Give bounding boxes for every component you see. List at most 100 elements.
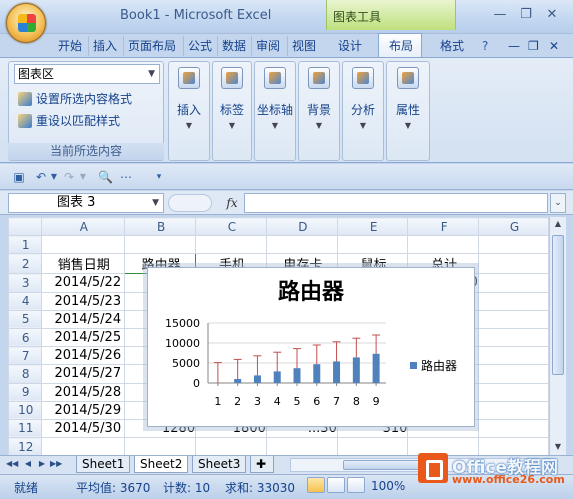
tab-format[interactable]: 格式 bbox=[438, 36, 466, 56]
column-header[interactable]: E bbox=[336, 217, 409, 237]
cell[interactable] bbox=[124, 235, 197, 255]
cell[interactable]: 2014/5/29 bbox=[40, 400, 126, 420]
cell[interactable] bbox=[477, 327, 549, 348]
cell[interactable]: 销售日期 bbox=[40, 253, 126, 275]
redo-dropdown-icon[interactable]: ▼ bbox=[76, 170, 90, 184]
minimize-button[interactable]: — bbox=[488, 6, 512, 24]
vertical-scrollbar[interactable]: ▲ ▼ bbox=[549, 217, 566, 455]
cell[interactable] bbox=[407, 235, 479, 255]
page-break-view-icon[interactable] bbox=[347, 477, 365, 493]
insert-button[interactable]: 插入 ▼ bbox=[169, 61, 209, 161]
format-selection-button[interactable]: 设置所选内容格式 bbox=[18, 90, 132, 108]
row-header[interactable]: 2 bbox=[8, 253, 42, 275]
tab-formulas[interactable]: 公式 bbox=[183, 36, 214, 56]
properties-button[interactable]: 属性 ▼ bbox=[388, 61, 428, 161]
customize-qat-icon[interactable]: ▾ bbox=[152, 170, 166, 184]
formula-input[interactable] bbox=[244, 193, 548, 213]
column-header[interactable]: B bbox=[124, 217, 197, 237]
cell[interactable] bbox=[124, 437, 197, 455]
close-button[interactable]: ✕ bbox=[540, 6, 564, 24]
sheet-tab-sheet1[interactable]: Sheet1 bbox=[76, 456, 131, 473]
undo-dropdown-icon[interactable]: ▼ bbox=[47, 170, 61, 184]
row-header[interactable]: 8 bbox=[8, 364, 42, 384]
row-header[interactable]: 12 bbox=[8, 437, 42, 455]
office-button[interactable] bbox=[6, 3, 46, 43]
column-header[interactable]: D bbox=[265, 217, 338, 237]
insert-function-button[interactable]: fx bbox=[222, 194, 242, 212]
save-icon[interactable]: ▣ bbox=[12, 170, 26, 184]
first-sheet-icon[interactable]: ◀◀ bbox=[6, 458, 18, 470]
cell[interactable] bbox=[336, 235, 409, 255]
tab-view[interactable]: 视图 bbox=[287, 36, 318, 56]
select-all-corner[interactable] bbox=[8, 217, 42, 237]
row-header[interactable]: 1 bbox=[8, 235, 42, 255]
column-header[interactable]: C bbox=[195, 217, 267, 237]
undo-icon[interactable]: ↶ bbox=[34, 170, 48, 184]
reset-style-button[interactable]: 重设以匹配样式 bbox=[18, 112, 120, 130]
ribbon-restore-icon[interactable]: ❐ bbox=[526, 36, 541, 56]
cell[interactable] bbox=[477, 400, 549, 420]
cell[interactable] bbox=[477, 418, 549, 439]
tab-insert[interactable]: 插入 bbox=[88, 36, 119, 56]
cell[interactable] bbox=[195, 437, 267, 455]
chart-element-select[interactable]: 图表区 ▼ bbox=[14, 64, 160, 84]
cell[interactable] bbox=[477, 235, 549, 255]
cell[interactable] bbox=[265, 235, 338, 255]
cell[interactable] bbox=[477, 291, 549, 311]
last-sheet-icon[interactable]: ▶▶ bbox=[50, 458, 62, 470]
column-header[interactable]: A bbox=[40, 217, 126, 237]
page-layout-view-icon[interactable] bbox=[327, 477, 345, 493]
redo-icon[interactable]: ↷ bbox=[62, 170, 76, 184]
zoom-level[interactable]: 100% bbox=[371, 479, 405, 493]
scroll-up-icon[interactable]: ▲ bbox=[550, 219, 566, 228]
tab-home[interactable]: 开始 bbox=[56, 36, 84, 56]
cell[interactable]: 2014/5/24 bbox=[40, 309, 126, 329]
tab-design[interactable]: 设计 bbox=[336, 36, 364, 56]
column-header[interactable]: G bbox=[477, 217, 549, 237]
tab-data[interactable]: 数据 bbox=[217, 36, 248, 56]
cell[interactable]: 2014/5/23 bbox=[40, 291, 126, 311]
analysis-button[interactable]: 分析 ▼ bbox=[343, 61, 383, 161]
tab-page-layout[interactable]: 页面布局 bbox=[123, 36, 178, 56]
column-header[interactable]: F bbox=[407, 217, 479, 237]
cell[interactable] bbox=[477, 253, 549, 275]
cell[interactable] bbox=[477, 382, 549, 402]
row-header[interactable]: 4 bbox=[8, 291, 42, 311]
scroll-thumb[interactable] bbox=[552, 235, 564, 375]
next-sheet-icon[interactable]: ▶ bbox=[36, 458, 48, 470]
row-header[interactable]: 11 bbox=[8, 418, 42, 439]
row-header[interactable]: 9 bbox=[8, 382, 42, 402]
print-preview-icon[interactable]: 🔍 bbox=[98, 170, 113, 184]
help-icon[interactable]: ? bbox=[480, 36, 490, 56]
restore-button[interactable]: ❐ bbox=[514, 6, 538, 24]
cell[interactable]: 2014/5/26 bbox=[40, 346, 126, 366]
tab-layout[interactable]: 布局 bbox=[387, 36, 415, 56]
insert-sheet-icon[interactable]: ✚ bbox=[250, 456, 274, 473]
cell[interactable] bbox=[40, 437, 126, 455]
cell[interactable] bbox=[40, 235, 126, 255]
scroll-down-icon[interactable]: ▼ bbox=[550, 442, 566, 451]
row-header[interactable]: 6 bbox=[8, 327, 42, 348]
chart-area[interactable]: 路由器 0 5000 10000 15000 1 2 3 4 5 6 7 8 9 路由器 bbox=[147, 267, 475, 427]
tab-review[interactable]: 审阅 bbox=[251, 36, 282, 56]
row-header[interactable]: 3 bbox=[8, 273, 42, 293]
sheet-tab-sheet3[interactable]: Sheet3 bbox=[192, 456, 247, 473]
row-header[interactable]: 7 bbox=[8, 346, 42, 366]
sheet-tab-sheet2[interactable]: Sheet2 bbox=[134, 456, 189, 473]
cell[interactable] bbox=[477, 346, 549, 366]
select-objects-icon[interactable]: ⋯ bbox=[119, 170, 133, 184]
labels-button[interactable]: 标签 ▼ bbox=[212, 61, 252, 161]
cell[interactable]: 2014/5/28 bbox=[40, 382, 126, 402]
expand-formula-bar-icon[interactable]: ⌄ bbox=[550, 193, 566, 213]
cell[interactable]: 2014/5/25 bbox=[40, 327, 126, 348]
axes-button[interactable]: 坐标轴 ▼ bbox=[255, 61, 295, 161]
name-box[interactable]: 图表 3 ▼ bbox=[8, 193, 164, 213]
cell[interactable] bbox=[265, 437, 338, 455]
normal-view-icon[interactable] bbox=[307, 477, 325, 493]
ribbon-minimize-icon[interactable]: — bbox=[506, 36, 522, 56]
h-scroll-thumb[interactable] bbox=[343, 460, 423, 470]
prev-sheet-icon[interactable]: ◀ bbox=[22, 458, 34, 470]
cell[interactable] bbox=[336, 437, 409, 455]
cell[interactable]: 2014/5/27 bbox=[40, 364, 126, 384]
background-button[interactable]: 背景 ▼ bbox=[299, 61, 339, 161]
